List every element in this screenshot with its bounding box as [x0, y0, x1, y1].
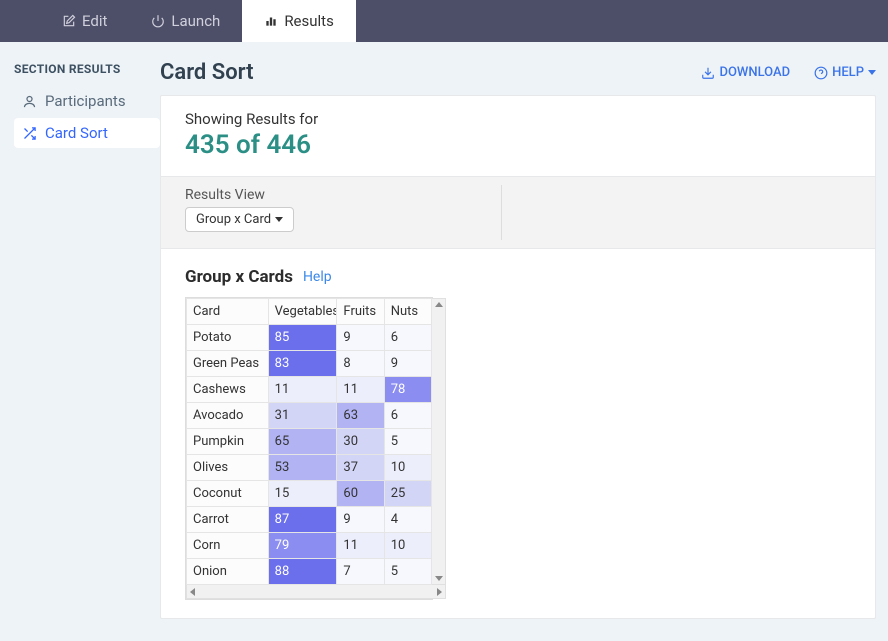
help-icon [814, 66, 828, 80]
col-card[interactable]: Card [187, 299, 269, 325]
tab-launch[interactable]: Launch [129, 0, 242, 42]
row-card-label[interactable]: Potato [187, 325, 269, 351]
download-button[interactable]: DOWNLOAD [701, 65, 790, 80]
row-card-label[interactable]: Avocado [187, 403, 269, 429]
col-nuts[interactable]: Nuts [384, 299, 431, 325]
cell-veg[interactable]: 65 [268, 429, 337, 455]
table-row: Coconut156025 [187, 481, 432, 507]
sidebar-item-label: Participants [45, 92, 126, 110]
divider [501, 185, 502, 240]
cell-veg[interactable]: 15 [268, 481, 337, 507]
cell-nut[interactable]: 6 [384, 325, 431, 351]
row-card-label[interactable]: Cashews [187, 377, 269, 403]
cell-nut[interactable]: 5 [384, 429, 431, 455]
results-view-select[interactable]: Group x Card [185, 207, 294, 232]
cell-veg[interactable]: 87 [268, 507, 337, 533]
cell-veg[interactable]: 83 [268, 351, 337, 377]
col-vegetables[interactable]: Vegetables [268, 299, 337, 325]
table-row: Corn791110 [187, 533, 432, 559]
cell-veg[interactable]: 85 [268, 325, 337, 351]
tab-edit[interactable]: Edit [40, 0, 129, 42]
table-row: Avocado31636 [187, 403, 432, 429]
sidebar-item-participants[interactable]: Participants [14, 86, 160, 116]
cell-nut[interactable]: 78 [384, 377, 431, 403]
table-row: Green Peas8389 [187, 351, 432, 377]
chevron-down-icon [275, 217, 283, 222]
cell-veg[interactable]: 88 [268, 559, 337, 585]
table-row: Potato8596 [187, 325, 432, 351]
cell-fru[interactable]: 11 [337, 377, 384, 403]
download-label: DOWNLOAD [719, 65, 790, 80]
table-row: Onion8875 [187, 559, 432, 585]
power-icon [151, 14, 165, 28]
row-card-label[interactable]: Green Peas [187, 351, 269, 377]
shuffle-icon [22, 126, 37, 141]
results-view-label: Results View [185, 187, 851, 203]
horizontal-scrollbar[interactable] [186, 585, 446, 599]
sidebar-item-label: Card Sort [45, 124, 108, 142]
user-icon [22, 94, 37, 109]
tab-label: Launch [171, 12, 220, 30]
col-fruits[interactable]: Fruits [337, 299, 384, 325]
results-card: Showing Results for 435 of 446 Results V… [160, 95, 876, 619]
cell-nut[interactable]: 9 [384, 351, 431, 377]
cell-nut[interactable]: 10 [384, 533, 431, 559]
chevron-down-icon [868, 70, 876, 75]
sidebar-title: SECTION RESULTS [14, 62, 160, 76]
cell-fru[interactable]: 9 [337, 325, 384, 351]
summary-value: 435 of 446 [185, 130, 851, 160]
row-card-label[interactable]: Olives [187, 455, 269, 481]
vertical-scrollbar[interactable] [432, 298, 446, 585]
cell-fru[interactable]: 8 [337, 351, 384, 377]
help-button[interactable]: HELP [814, 65, 876, 80]
download-icon [701, 66, 715, 80]
row-card-label[interactable]: Corn [187, 533, 269, 559]
cell-veg[interactable]: 79 [268, 533, 337, 559]
top-nav: Edit Launch Results [0, 0, 888, 42]
cell-nut[interactable]: 25 [384, 481, 431, 507]
cell-nut[interactable]: 5 [384, 559, 431, 585]
table-row: Pumpkin65305 [187, 429, 432, 455]
cell-nut[interactable]: 4 [384, 507, 431, 533]
table-row: Olives533710 [187, 455, 432, 481]
results-view-selected: Group x Card [196, 212, 271, 227]
cell-nut[interactable]: 6 [384, 403, 431, 429]
cell-fru[interactable]: 60 [337, 481, 384, 507]
cell-fru[interactable]: 11 [337, 533, 384, 559]
tab-label: Edit [82, 12, 107, 30]
cell-fru[interactable]: 9 [337, 507, 384, 533]
heatmap-table: Card Vegetables Fruits Nuts Potato8596Gr… [185, 297, 433, 600]
table-help-link[interactable]: Help [303, 269, 332, 285]
summary-label: Showing Results for [185, 110, 851, 128]
tab-results[interactable]: Results [242, 0, 356, 42]
cell-fru[interactable]: 63 [337, 403, 384, 429]
cell-veg[interactable]: 31 [268, 403, 337, 429]
table-row: Cashews111178 [187, 377, 432, 403]
edit-icon [62, 14, 76, 28]
table-title: Group x Cards [185, 267, 293, 287]
cell-fru[interactable]: 7 [337, 559, 384, 585]
cell-nut[interactable]: 10 [384, 455, 431, 481]
cell-fru[interactable]: 37 [337, 455, 384, 481]
row-card-label[interactable]: Carrot [187, 507, 269, 533]
sidebar: SECTION RESULTS Participants Card Sort [0, 42, 160, 619]
sidebar-item-card-sort[interactable]: Card Sort [14, 118, 160, 148]
row-card-label[interactable]: Onion [187, 559, 269, 585]
row-card-label[interactable]: Pumpkin [187, 429, 269, 455]
page-title: Card Sort [160, 60, 254, 85]
row-card-label[interactable]: Coconut [187, 481, 269, 507]
bar-chart-icon [264, 14, 278, 28]
cell-veg[interactable]: 11 [268, 377, 337, 403]
cell-fru[interactable]: 30 [337, 429, 384, 455]
help-label: HELP [832, 65, 864, 80]
cell-veg[interactable]: 53 [268, 455, 337, 481]
tab-label: Results [284, 12, 334, 30]
table-row: Carrot8794 [187, 507, 432, 533]
